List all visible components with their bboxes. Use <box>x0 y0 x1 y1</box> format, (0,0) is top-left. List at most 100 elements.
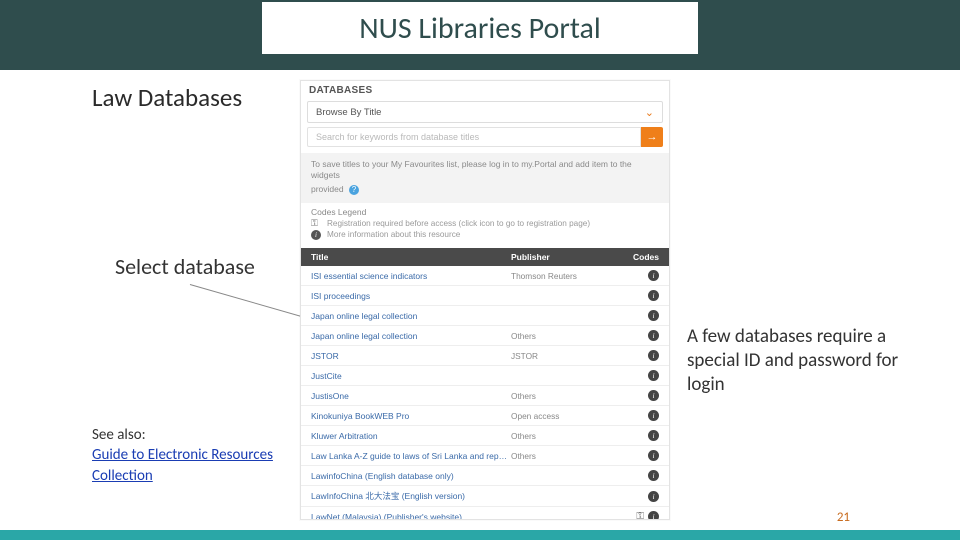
annotation-select-database: Select database <box>115 253 255 280</box>
info-icon[interactable]: i <box>648 410 659 421</box>
search-row: Search for keywords from database titles… <box>307 127 663 147</box>
table-row: Kinokuniya BookWEB ProOpen access i <box>301 406 669 426</box>
db-title-link[interactable]: JustisOne <box>301 391 511 401</box>
see-also-link-line1[interactable]: Guide to Electronic Resources <box>92 446 273 464</box>
info-icon: i <box>311 230 321 240</box>
search-input[interactable]: Search for keywords from database titles <box>307 127 641 147</box>
db-publisher: Others <box>511 451 611 461</box>
table-row: JustCite i <box>301 366 669 386</box>
db-codes: i <box>611 450 669 461</box>
fav-note-line2: provided <box>311 184 344 194</box>
table-row: LawNet (Malaysia) (Publisher's website) ⚿… <box>301 507 669 520</box>
db-title-link[interactable]: Japan online legal collection <box>301 311 511 321</box>
db-title-link[interactable]: JSTOR <box>301 351 511 361</box>
table-row: Japan online legal collectionOthers i <box>301 326 669 346</box>
table-body: ISI essential science indicatorsThomson … <box>301 266 669 520</box>
info-icon[interactable]: i <box>648 350 659 361</box>
info-icon[interactable]: i <box>648 390 659 401</box>
info-icon[interactable]: i <box>648 430 659 441</box>
browse-by-title-select[interactable]: Browse By Title ⌄ <box>307 101 663 123</box>
legend-title: Codes Legend <box>311 207 659 217</box>
key-icon: ⚿ <box>311 219 321 228</box>
col-title: Title <box>301 252 511 262</box>
section-heading: Law Databases <box>92 82 242 113</box>
databases-panel: DATABASES Browse By Title ⌄ Search for k… <box>300 80 670 520</box>
info-icon[interactable]: i <box>648 290 659 301</box>
db-codes: i <box>611 330 669 341</box>
db-codes: i <box>611 390 669 401</box>
table-row: ISI essential science indicatorsThomson … <box>301 266 669 286</box>
table-header: Title Publisher Codes <box>301 248 669 266</box>
panel-heading: DATABASES <box>301 81 669 100</box>
db-codes: i <box>611 410 669 421</box>
db-codes: i <box>611 350 669 361</box>
see-also-prefix: See also: <box>92 426 146 444</box>
legend-row-registration: ⚿ Registration required before access (c… <box>311 219 659 228</box>
browse-row: Browse By Title ⌄ <box>307 101 663 123</box>
legend-reg-text: Registration required before access (cli… <box>327 219 590 228</box>
db-publisher: Others <box>511 331 611 341</box>
bottom-accent-bar <box>0 530 960 540</box>
chevron-down-icon: ⌄ <box>645 106 654 119</box>
db-codes: i <box>611 270 669 281</box>
col-codes: Codes <box>611 252 669 262</box>
db-codes: i <box>611 370 669 381</box>
table-row: Law Lanka A-Z guide to laws of Sri Lanka… <box>301 446 669 466</box>
db-publisher: JSTOR <box>511 351 611 361</box>
info-icon[interactable]: i <box>648 310 659 321</box>
search-placeholder: Search for keywords from database titles <box>316 132 479 142</box>
db-publisher: Others <box>511 391 611 401</box>
key-icon[interactable]: ⚿ <box>636 511 644 520</box>
codes-legend: Codes Legend ⚿ Registration required bef… <box>301 203 669 244</box>
db-publisher: Thomson Reuters <box>511 271 611 281</box>
db-title-link[interactable]: JustCite <box>301 371 511 381</box>
search-button[interactable]: → <box>641 127 663 147</box>
legend-info-text: More information about this resource <box>327 230 460 239</box>
page-number: 21 <box>837 510 850 525</box>
table-row: LawinfoChina (English database only) i <box>301 466 669 486</box>
help-icon[interactable]: ? <box>349 185 359 195</box>
arrow-right-icon: → <box>647 131 658 143</box>
slide-title-plate: NUS Libraries Portal <box>260 0 700 56</box>
info-icon[interactable]: i <box>648 370 659 381</box>
favourites-note: To save titles to your My Favourites lis… <box>301 153 669 203</box>
info-icon[interactable]: i <box>648 270 659 281</box>
db-codes: ⚿i <box>611 511 669 520</box>
table-row: JustisOneOthers i <box>301 386 669 406</box>
browse-label: Browse By Title <box>316 107 381 118</box>
db-codes: i <box>611 430 669 441</box>
db-title-link[interactable]: Kinokuniya BookWEB Pro <box>301 411 511 421</box>
db-title-link[interactable]: LawInfoChina 北大法宝 (English version) <box>301 490 511 502</box>
db-title-link[interactable]: ISI proceedings <box>301 291 511 301</box>
db-codes: i <box>611 310 669 321</box>
info-icon[interactable]: i <box>648 330 659 341</box>
slide-title: NUS Libraries Portal <box>359 10 601 47</box>
see-also-link-line2[interactable]: Collection <box>92 467 153 485</box>
table-row: LawInfoChina 北大法宝 (English version) i <box>301 486 669 507</box>
db-title-link[interactable]: Law Lanka A-Z guide to laws of Sri Lanka… <box>301 451 511 461</box>
info-icon[interactable]: i <box>648 450 659 461</box>
db-codes: i <box>611 470 669 481</box>
see-also-block: See also: Guide to Electronic Resources … <box>92 425 273 486</box>
info-icon[interactable]: i <box>648 511 659 520</box>
db-title-link[interactable]: LawNet (Malaysia) (Publisher's website) <box>301 512 511 520</box>
legend-row-info: i More information about this resource <box>311 230 659 240</box>
annotation-login-note: A few databases require a special ID and… <box>687 325 927 396</box>
db-title-link[interactable]: LawinfoChina (English database only) <box>301 471 511 481</box>
db-codes: i <box>611 491 669 502</box>
table-row: JSTORJSTOR i <box>301 346 669 366</box>
db-publisher: Open access <box>511 411 611 421</box>
db-title-link[interactable]: Japan online legal collection <box>301 331 511 341</box>
db-publisher: Others <box>511 431 611 441</box>
table-row: ISI proceedings i <box>301 286 669 306</box>
info-icon[interactable]: i <box>648 470 659 481</box>
slide: NUS Libraries Portal Law Databases Selec… <box>0 0 960 540</box>
db-title-link[interactable]: Kluwer Arbitration <box>301 431 511 441</box>
db-codes: i <box>611 290 669 301</box>
info-icon[interactable]: i <box>648 491 659 502</box>
col-publisher: Publisher <box>511 252 611 262</box>
table-row: Japan online legal collection i <box>301 306 669 326</box>
db-title-link[interactable]: ISI essential science indicators <box>301 271 511 281</box>
table-row: Kluwer ArbitrationOthers i <box>301 426 669 446</box>
fav-note-line1: To save titles to your My Favourites lis… <box>311 159 659 182</box>
